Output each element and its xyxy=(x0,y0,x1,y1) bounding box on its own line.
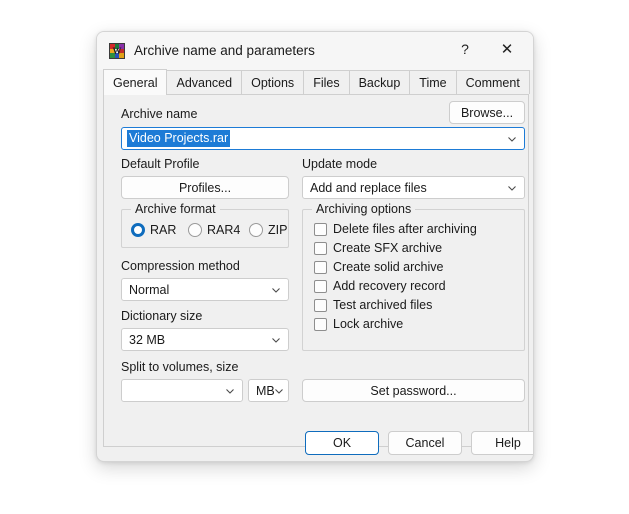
compression-method-label: Compression method xyxy=(121,259,240,273)
checkbox-create-sfx-archive[interactable]: Create SFX archive xyxy=(314,241,442,255)
checkbox-test-archived-files[interactable]: Test archived files xyxy=(314,298,432,312)
tab-general[interactable]: General xyxy=(103,69,168,95)
archive-name-input[interactable]: Video Projects.rar xyxy=(121,127,525,150)
cancel-button[interactable]: Cancel xyxy=(388,431,462,455)
browse-button[interactable]: Browse... xyxy=(449,101,525,124)
ok-button[interactable]: OK xyxy=(305,431,379,455)
chevron-down-icon[interactable] xyxy=(271,285,281,295)
radio-indicator xyxy=(249,223,263,237)
profiles-button[interactable]: Profiles... xyxy=(121,176,289,199)
tab-options[interactable]: Options xyxy=(241,70,305,94)
checkbox-label: Add recovery record xyxy=(333,279,446,293)
checkbox-indicator xyxy=(314,279,327,293)
help-button[interactable]: Help xyxy=(471,431,533,455)
tab-label: General xyxy=(113,75,158,90)
compression-method-value: Normal xyxy=(129,282,170,297)
help-question-glyph: ? xyxy=(461,41,469,57)
checkbox-label: Delete files after archiving xyxy=(333,222,477,236)
radio-label: RAR4 xyxy=(207,223,241,237)
update-mode-select[interactable]: Add and replace files xyxy=(302,176,525,199)
archiving-options-group: Archiving options Delete files after arc… xyxy=(302,202,525,351)
checkbox-add-recovery-record[interactable]: Add recovery record xyxy=(314,279,446,293)
tab-label: Advanced xyxy=(176,75,233,90)
tab-label: Comment xyxy=(465,75,520,90)
tab-advanced[interactable]: Advanced xyxy=(166,70,243,94)
window-title: Archive name and parameters xyxy=(134,43,315,58)
set-password-button-label: Set password... xyxy=(370,383,457,398)
help-button-label: Help xyxy=(495,436,521,450)
tab-backup[interactable]: Backup xyxy=(348,70,411,94)
chevron-down-icon[interactable] xyxy=(274,386,284,396)
checkbox-indicator xyxy=(314,241,327,255)
checkbox-label: Create solid archive xyxy=(333,260,444,274)
archive-format-group: Archive format RAR RAR4 ZIP xyxy=(121,202,289,248)
split-unit-select[interactable]: MB xyxy=(248,379,289,402)
chevron-down-icon[interactable] xyxy=(225,386,235,396)
cancel-button-label: Cancel xyxy=(405,436,445,450)
tab-label: Time xyxy=(419,75,447,90)
radio-label: RAR xyxy=(150,223,177,237)
title-bar: W Archive name and parameters ? ✕ xyxy=(97,32,533,70)
checkbox-indicator xyxy=(314,317,327,331)
browse-button-label: Browse... xyxy=(460,105,514,120)
checkbox-label: Lock archive xyxy=(333,317,404,331)
checkbox-lock-archive[interactable]: Lock archive xyxy=(314,317,403,331)
screen: W Archive name and parameters ? ✕ Genera… xyxy=(0,0,629,514)
ok-button-label: OK xyxy=(332,436,352,450)
tab-comment[interactable]: Comment xyxy=(455,70,530,94)
radio-indicator xyxy=(131,223,145,237)
checkbox-indicator xyxy=(314,222,327,236)
archive-parameters-dialog: W Archive name and parameters ? ✕ Genera… xyxy=(96,31,534,462)
archive-name-value: Video Projects.rar xyxy=(127,130,231,147)
close-icon[interactable]: ✕ xyxy=(487,32,527,66)
checkbox-indicator xyxy=(314,298,327,312)
update-mode-value: Add and replace files xyxy=(310,180,427,195)
chevron-down-icon[interactable] xyxy=(507,183,517,193)
checkbox-label: Test archived files xyxy=(333,298,433,312)
archiving-options-title: Archiving options xyxy=(312,202,416,216)
split-to-volumes-label: Split to volumes, size xyxy=(121,360,239,374)
split-unit-value: MB xyxy=(256,383,275,398)
dictionary-size-label: Dictionary size xyxy=(121,309,203,323)
dictionary-size-select[interactable]: 32 MB xyxy=(121,328,289,351)
default-profile-label: Default Profile xyxy=(121,157,200,171)
tab-label: Options xyxy=(251,75,295,90)
archive-format-title: Archive format xyxy=(131,202,220,216)
chevron-down-icon[interactable] xyxy=(507,134,517,144)
profiles-button-label: Profiles... xyxy=(178,180,232,195)
radio-zip[interactable]: ZIP xyxy=(249,223,287,237)
set-password-button[interactable]: Set password... xyxy=(302,379,525,402)
radio-label: ZIP xyxy=(268,223,288,237)
tab-strip: General Advanced Options Files Backup Ti… xyxy=(103,69,530,95)
checkbox-delete-files-after-archiving[interactable]: Delete files after archiving xyxy=(314,222,477,236)
titlebar-help-icon[interactable]: ? xyxy=(445,32,485,66)
winrar-books-icon: W xyxy=(109,43,125,59)
compression-method-select[interactable]: Normal xyxy=(121,278,289,301)
tab-label: Backup xyxy=(358,75,401,90)
dictionary-size-value: 32 MB xyxy=(129,332,166,347)
checkbox-create-solid-archive[interactable]: Create solid archive xyxy=(314,260,443,274)
radio-rar[interactable]: RAR xyxy=(131,223,176,237)
tab-label: Files xyxy=(313,75,340,90)
chevron-down-icon[interactable] xyxy=(271,335,281,345)
radio-indicator xyxy=(188,223,202,237)
split-size-input[interactable] xyxy=(121,379,243,402)
archive-name-label: Archive name xyxy=(121,107,198,121)
checkbox-indicator xyxy=(314,260,327,274)
general-tab-page: Archive name Browse... Video Projects.ra… xyxy=(103,95,529,447)
update-mode-label: Update mode xyxy=(302,157,378,171)
checkbox-label: Create SFX archive xyxy=(333,241,443,255)
radio-rar4[interactable]: RAR4 xyxy=(188,223,240,237)
tab-files[interactable]: Files xyxy=(303,70,350,94)
tab-time[interactable]: Time xyxy=(409,70,457,94)
close-x-glyph: ✕ xyxy=(500,41,514,58)
